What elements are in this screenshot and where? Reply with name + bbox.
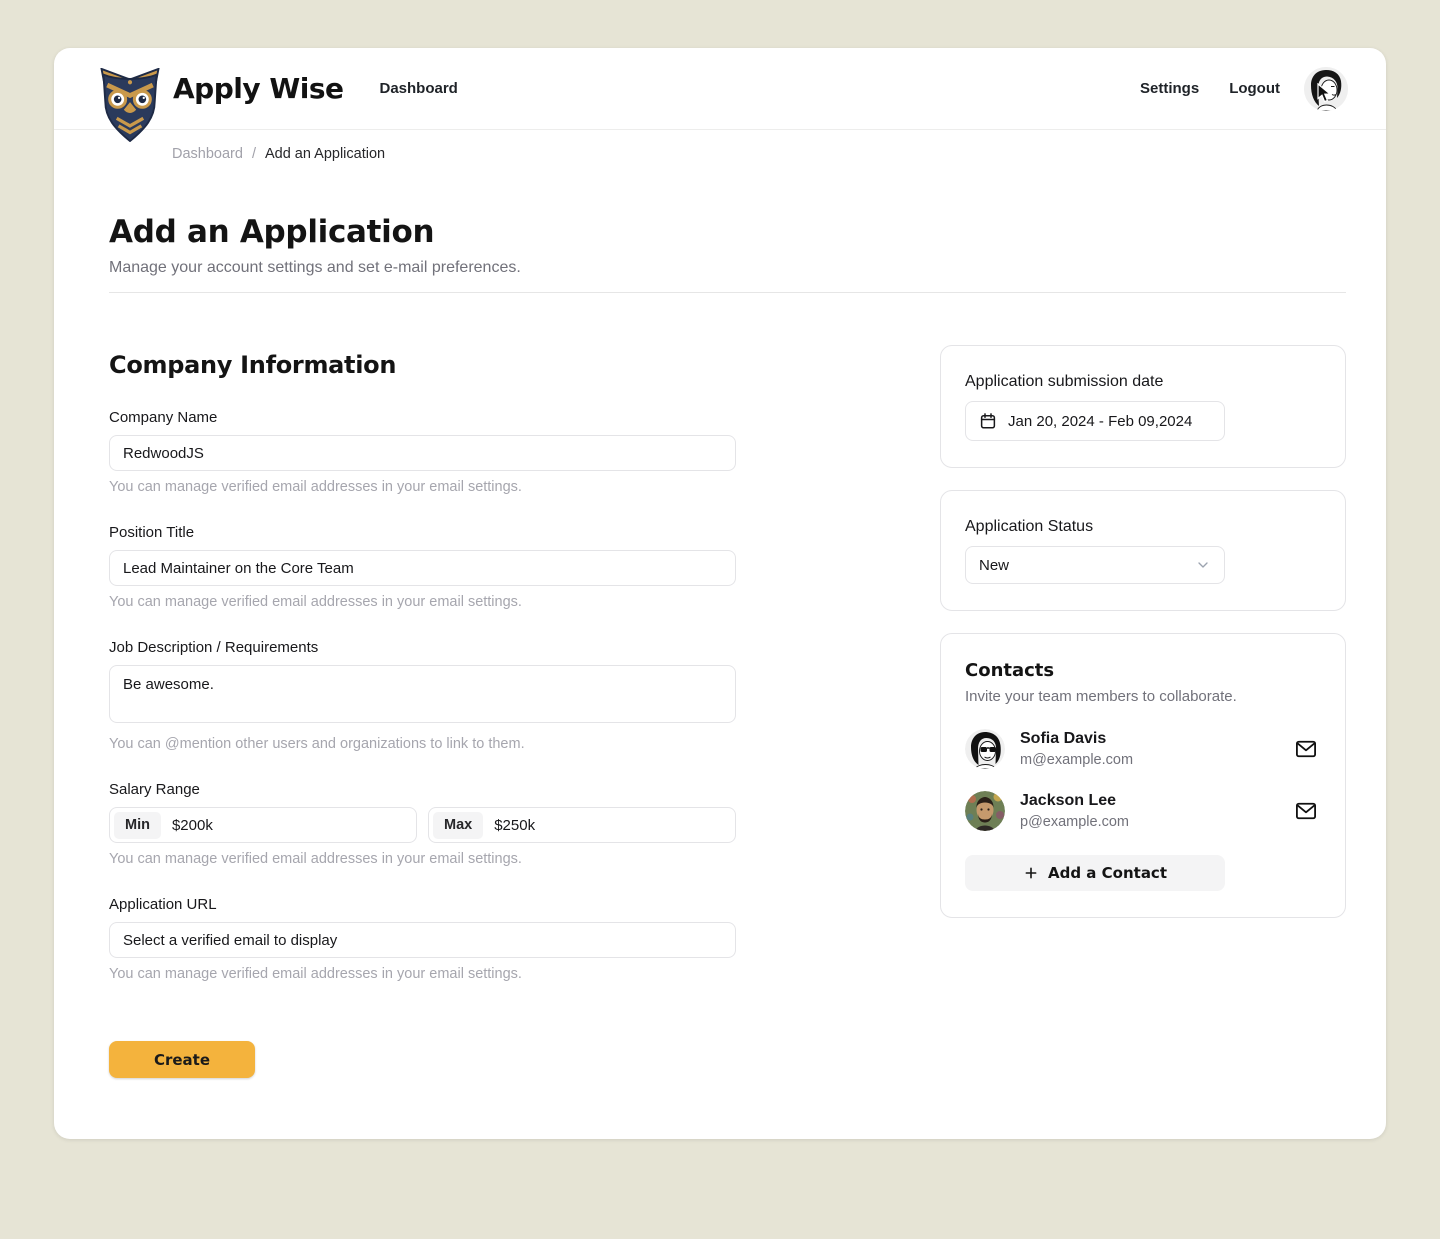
applywise-logo[interactable] bbox=[99, 68, 161, 142]
breadcrumb-current: Add an Application bbox=[265, 146, 385, 162]
user-avatar[interactable] bbox=[1304, 67, 1348, 111]
salary-range-helper: You can manage verified email addresses … bbox=[109, 851, 736, 868]
contact-name: Jackson Lee bbox=[1020, 791, 1129, 811]
salary-range-label: Salary Range bbox=[109, 780, 736, 799]
contact-info: Sofia Davis m@example.com bbox=[1020, 729, 1133, 769]
send-email-button[interactable] bbox=[1291, 735, 1321, 763]
salary-max-wrapper: Max bbox=[428, 807, 736, 843]
salary-range-row: Min Max bbox=[109, 807, 736, 843]
application-url-input[interactable] bbox=[109, 922, 736, 958]
topbar-actions: Settings Logout bbox=[1140, 67, 1348, 111]
status-select[interactable]: New bbox=[965, 546, 1225, 584]
page-subtitle: Manage your account settings and set e-m… bbox=[109, 256, 1346, 280]
application-status-label: Application Status bbox=[965, 517, 1321, 536]
position-title-label: Position Title bbox=[109, 523, 736, 542]
top-bar: Apply Wise Dashboard Settings Logout bbox=[54, 48, 1386, 130]
contact-row: Sofia Davis m@example.com bbox=[965, 729, 1321, 769]
salary-min-prefix: Min bbox=[114, 812, 161, 839]
owl-logo-icon bbox=[99, 68, 161, 142]
calendar-icon bbox=[979, 412, 997, 430]
breadcrumb-dashboard[interactable]: Dashboard bbox=[172, 146, 243, 162]
contact-row: Jackson Lee p@example.com bbox=[965, 791, 1321, 831]
position-title-helper: You can manage verified email addresses … bbox=[109, 594, 736, 611]
job-description-textarea[interactable] bbox=[109, 665, 736, 723]
page-title: Add an Application bbox=[109, 212, 1346, 252]
job-description-helper: You can @mention other users and organiz… bbox=[109, 736, 736, 753]
position-title-field-group: Position Title You can manage verified e… bbox=[109, 523, 736, 611]
company-name-label: Company Name bbox=[109, 408, 736, 427]
submission-date-card: Application submission date Jan 20, 2024… bbox=[940, 345, 1346, 468]
contacts-card: Contacts Invite your team members to col… bbox=[940, 633, 1346, 918]
main-card: Apply Wise Dashboard Settings Logout bbox=[54, 48, 1386, 1139]
status-selected-value: New bbox=[979, 557, 1009, 574]
contact-avatar-jackson bbox=[965, 791, 1005, 831]
company-name-field-group: Company Name You can manage verified ema… bbox=[109, 408, 736, 496]
user-avatar-image bbox=[1304, 67, 1348, 111]
salary-min-wrapper: Min bbox=[109, 807, 417, 843]
application-url-helper: You can manage verified email addresses … bbox=[109, 966, 736, 983]
contact-name: Sofia Davis bbox=[1020, 729, 1133, 749]
contacts-subtitle: Invite your team members to collaborate. bbox=[965, 687, 1321, 707]
page-background: { "brand": { "name": "Apply Wise" }, "he… bbox=[0, 0, 1440, 1239]
add-contact-label: Add a Contact bbox=[1048, 864, 1167, 882]
salary-max-prefix: Max bbox=[433, 812, 483, 839]
side-column: Application submission date Jan 20, 2024… bbox=[940, 345, 1346, 1078]
company-name-input[interactable] bbox=[109, 435, 736, 471]
settings-link[interactable]: Settings bbox=[1140, 80, 1199, 97]
page-head: Add an Application Manage your account s… bbox=[54, 162, 1386, 280]
job-description-label: Job Description / Requirements bbox=[109, 638, 736, 657]
content: Company Information Company Name You can… bbox=[54, 293, 1386, 1078]
section-title: Company Information bbox=[109, 351, 736, 379]
salary-range-field-group: Salary Range Min Max You can manage veri… bbox=[109, 780, 736, 868]
send-email-button[interactable] bbox=[1291, 797, 1321, 825]
breadcrumb-separator: / bbox=[252, 146, 256, 162]
company-information-form: Company Information Company Name You can… bbox=[109, 351, 736, 1078]
job-description-field-group: Job Description / Requirements You can @… bbox=[109, 638, 736, 753]
application-url-label: Application URL bbox=[109, 895, 736, 914]
create-button[interactable]: Create bbox=[109, 1041, 255, 1078]
avatar bbox=[965, 791, 1005, 831]
application-url-field-group: Application URL You can manage verified … bbox=[109, 895, 736, 983]
mail-icon bbox=[1295, 739, 1317, 759]
contacts-title: Contacts bbox=[965, 660, 1321, 681]
date-range-value: Jan 20, 2024 - Feb 09,2024 bbox=[1008, 413, 1192, 430]
contact-avatar-sofia bbox=[965, 729, 1005, 769]
company-name-helper: You can manage verified email addresses … bbox=[109, 479, 736, 496]
chevron-down-icon bbox=[1195, 557, 1211, 573]
mail-icon bbox=[1295, 801, 1317, 821]
add-contact-button[interactable]: Add a Contact bbox=[965, 855, 1225, 891]
salary-max-input[interactable] bbox=[487, 817, 735, 834]
avatar bbox=[965, 729, 1005, 769]
logout-link[interactable]: Logout bbox=[1229, 80, 1280, 97]
contact-info: Jackson Lee p@example.com bbox=[1020, 791, 1129, 831]
breadcrumb: Dashboard / Add an Application bbox=[54, 130, 1386, 162]
date-range-button[interactable]: Jan 20, 2024 - Feb 09,2024 bbox=[965, 401, 1225, 441]
position-title-input[interactable] bbox=[109, 550, 736, 586]
application-status-card: Application Status New bbox=[940, 490, 1346, 611]
salary-min-input[interactable] bbox=[165, 817, 416, 834]
nav-dashboard-link[interactable]: Dashboard bbox=[380, 80, 458, 97]
brand-name[interactable]: Apply Wise bbox=[173, 72, 344, 105]
contact-email: p@example.com bbox=[1020, 813, 1129, 831]
submission-date-label: Application submission date bbox=[965, 372, 1321, 391]
contact-email: m@example.com bbox=[1020, 751, 1133, 769]
plus-icon bbox=[1023, 865, 1039, 881]
